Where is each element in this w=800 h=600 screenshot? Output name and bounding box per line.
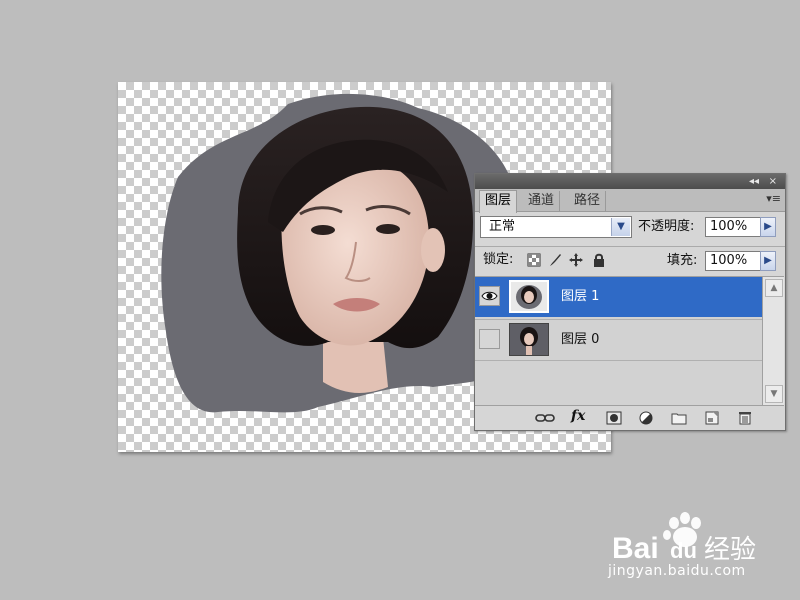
lock-transparent-pixels-icon[interactable]	[527, 253, 541, 267]
new-layer-icon[interactable]	[704, 411, 720, 425]
scroll-down-icon[interactable]: ▼	[765, 385, 783, 403]
fill-input[interactable]: 100%	[705, 251, 761, 271]
layer-list-scrollbar[interactable]: ▲ ▼	[762, 276, 784, 406]
brand-latin-2: du	[670, 538, 697, 563]
layer-row-layer-0[interactable]: 图层 0	[475, 319, 762, 361]
link-icon[interactable]	[535, 411, 555, 425]
lock-label: 锁定:	[483, 252, 514, 267]
layer-thumbnail	[509, 323, 549, 356]
blend-mode-value: 正常	[489, 219, 516, 234]
visibility-toggle[interactable]	[479, 329, 500, 349]
layer-name[interactable]: 图层 1	[561, 277, 599, 317]
chevron-down-icon[interactable]: ▼	[611, 218, 630, 236]
blend-mode-select[interactable]: 正常 ▼	[480, 216, 632, 238]
close-icon[interactable]: ×	[769, 174, 777, 189]
watermark-url: jingyan.baidu.com	[608, 563, 746, 579]
folder-icon[interactable]	[671, 411, 687, 425]
lock-all-icon[interactable]	[592, 253, 606, 267]
fx-icon[interactable]: fx	[571, 408, 593, 424]
opacity-input[interactable]: 100%	[705, 217, 761, 237]
visibility-toggle[interactable]	[479, 286, 500, 306]
collapse-icon[interactable]: ◂◂	[749, 174, 759, 189]
ear	[421, 228, 445, 272]
lock-image-pixels-icon[interactable]	[548, 253, 562, 267]
tab-channels[interactable]: 通道	[523, 191, 561, 211]
layer-thumbnail	[509, 280, 549, 313]
brand-cn: 经验	[704, 535, 756, 565]
eye-left	[311, 225, 335, 235]
panel-menu-icon[interactable]: ▾≡	[766, 192, 781, 205]
layers-panel: ◂◂ × 图层 通道 路径 ▾≡ 正常 ▼ 不透明度: 100% ▶ 锁定: 填…	[474, 173, 786, 431]
tab-paths[interactable]: 路径	[569, 191, 607, 211]
eye-icon	[481, 291, 498, 301]
trash-icon[interactable]	[737, 411, 753, 425]
brand-latin: Bai	[612, 532, 659, 565]
opacity-label: 不透明度:	[638, 219, 695, 234]
opacity-arrow-button[interactable]: ▶	[760, 217, 776, 237]
panel-tab-bar: 图层 通道 路径 ▾≡	[475, 189, 785, 213]
layer-list: 图层 1 图层 0	[475, 276, 762, 406]
divider	[475, 246, 785, 247]
fill-arrow-button[interactable]: ▶	[760, 251, 776, 271]
panel-footer: fx	[475, 406, 785, 430]
eye-right	[376, 224, 400, 234]
lock-position-icon[interactable]	[569, 253, 583, 267]
layer-row-layer-1[interactable]: 图层 1	[475, 277, 762, 317]
adjustment-icon[interactable]	[639, 411, 655, 425]
scroll-up-icon[interactable]: ▲	[765, 279, 783, 297]
mask-icon[interactable]	[606, 411, 622, 425]
tab-layers[interactable]: 图层	[479, 190, 518, 213]
panel-titlebar[interactable]: ◂◂ ×	[475, 174, 785, 189]
fill-label: 填充:	[667, 253, 698, 268]
neck	[323, 337, 388, 394]
layer-name[interactable]: 图层 0	[561, 320, 599, 360]
